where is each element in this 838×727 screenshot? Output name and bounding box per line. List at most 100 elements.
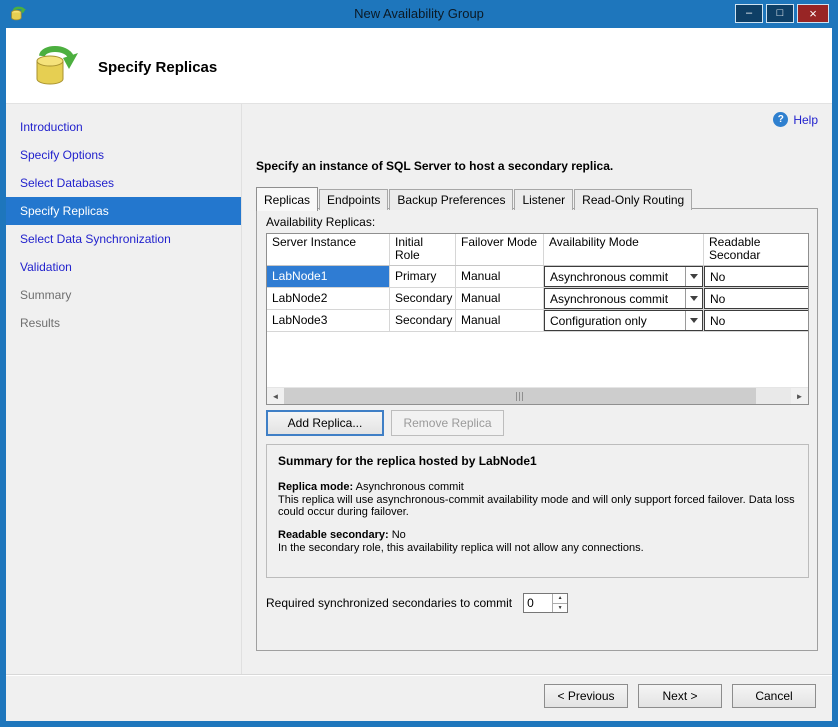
replica-mode-label: Replica mode: [278, 481, 353, 493]
tab-replicas[interactable]: Replicas [256, 187, 318, 211]
table-row[interactable]: LabNode1 Primary Manual Asynchronous com… [267, 266, 808, 288]
required-secondaries-input[interactable] [524, 594, 552, 612]
availability-group-icon [30, 41, 80, 91]
chevron-down-icon[interactable] [685, 267, 702, 286]
close-button[interactable]: × [797, 4, 829, 23]
spinner-up-icon[interactable]: ▲ [553, 594, 567, 603]
tab-read-only-routing[interactable]: Read-Only Routing [574, 189, 692, 210]
scroll-right-icon[interactable]: ► [791, 388, 808, 404]
cancel-button[interactable]: Cancel [732, 684, 816, 708]
availability-replicas-label: Availability Replicas: [266, 215, 375, 229]
cell-readable-secondary: No [704, 266, 808, 287]
required-secondaries-row: Required synchronized secondaries to com… [266, 593, 568, 613]
readable-secondary-dropdown[interactable]: No [704, 266, 808, 287]
window: New Availability Group – □ × Specify Rep… [0, 0, 838, 727]
spinner-down-icon[interactable]: ▼ [553, 603, 567, 613]
chevron-down-icon[interactable] [685, 289, 702, 308]
help-label: Help [793, 113, 818, 127]
availability-mode-dropdown[interactable]: Asynchronous commit [544, 288, 703, 309]
window-controls: – □ × [735, 4, 829, 23]
availability-mode-dropdown[interactable]: Asynchronous commit [544, 266, 703, 287]
replica-mode-line: Replica mode: Asynchronous commit [278, 481, 797, 493]
cell-server-instance[interactable]: LabNode1 [267, 266, 390, 287]
replicas-tab-panel: Availability Replicas: Server Instance I… [256, 208, 818, 651]
col-readable-secondary: Readable Secondar [704, 234, 808, 265]
previous-button[interactable]: < Previous [544, 684, 628, 708]
step-results: Results [6, 309, 241, 337]
availability-mode-value: Asynchronous commit [550, 270, 668, 284]
col-failover-mode: Failover Mode [456, 234, 544, 265]
readable-secondary-dropdown[interactable]: No [704, 288, 808, 309]
titlebar: New Availability Group – □ × [0, 0, 838, 28]
window-title: New Availability Group [0, 6, 838, 21]
dialog-body: Specify Replicas Introduction Specify Op… [6, 28, 832, 721]
cell-availability-mode: Asynchronous commit [544, 266, 704, 287]
cell-initial-role: Primary [390, 266, 456, 287]
table-row[interactable]: LabNode2 Secondary Manual Asynchronous c… [267, 288, 808, 310]
maximize-button[interactable]: □ [766, 4, 794, 23]
wizard-steps: Introduction Specify Options Select Data… [6, 104, 241, 674]
minimize-button[interactable]: – [735, 4, 763, 23]
help-link[interactable]: ? Help [773, 112, 818, 127]
availability-mode-dropdown[interactable]: Configuration only [544, 310, 703, 331]
scroll-left-icon[interactable]: ◄ [267, 388, 284, 404]
help-icon: ? [773, 112, 788, 127]
col-availability-mode: Availability Mode [544, 234, 704, 265]
step-introduction[interactable]: Introduction [6, 113, 241, 141]
cell-server-instance[interactable]: LabNode3 [267, 310, 390, 331]
cell-availability-mode: Asynchronous commit [544, 288, 704, 309]
tab-strip: Replicas Endpoints Backup Preferences Li… [256, 187, 693, 210]
cell-readable-secondary: No [704, 310, 808, 331]
step-specify-replicas[interactable]: Specify Replicas [6, 197, 241, 225]
cell-server-instance[interactable]: LabNode2 [267, 288, 390, 309]
grid-header-row: Server Instance Initial Role Failover Mo… [267, 234, 808, 266]
remove-replica-button: Remove Replica [391, 410, 504, 436]
cell-readable-secondary: No [704, 288, 808, 309]
step-summary: Summary [6, 281, 241, 309]
col-server-instance: Server Instance [267, 234, 390, 265]
table-row[interactable]: LabNode3 Secondary Manual Configuration … [267, 310, 808, 332]
step-validation[interactable]: Validation [6, 253, 241, 281]
cell-initial-role: Secondary [390, 288, 456, 309]
horizontal-scrollbar[interactable]: ◄ ► [267, 387, 808, 404]
tab-backup-preferences[interactable]: Backup Preferences [389, 189, 513, 210]
add-replica-button[interactable]: Add Replica... [266, 410, 384, 436]
main-panel: ? Help Specify an instance of SQL Server… [241, 104, 832, 674]
step-select-databases[interactable]: Select Databases [6, 169, 241, 197]
cell-initial-role: Secondary [390, 310, 456, 331]
readable-secondary-value: No [710, 292, 725, 306]
content-area: Introduction Specify Options Select Data… [6, 104, 832, 675]
availability-mode-value: Asynchronous commit [550, 292, 668, 306]
availability-mode-value: Configuration only [550, 314, 647, 328]
wizard-header: Specify Replicas [6, 28, 832, 104]
cell-failover-mode: Manual [456, 288, 544, 309]
scrollbar-grip-icon [516, 392, 524, 401]
readable-secondary-value: No [710, 314, 725, 328]
replica-mode-value: Asynchronous commit [356, 481, 464, 493]
instruction-text: Specify an instance of SQL Server to hos… [256, 159, 613, 173]
step-select-data-synchronization[interactable]: Select Data Synchronization [6, 225, 241, 253]
spinner-buttons: ▲ ▼ [552, 594, 567, 612]
readable-secondary-line: Readable secondary: No [278, 529, 797, 541]
step-specify-options[interactable]: Specify Options [6, 141, 241, 169]
footer: < Previous Next > Cancel [6, 675, 832, 721]
scrollbar-track[interactable] [284, 388, 791, 404]
readable-secondary-description: In the secondary role, this availability… [278, 542, 797, 554]
tab-listener[interactable]: Listener [514, 189, 573, 210]
readable-secondary-value: No [710, 270, 725, 284]
readable-secondary-dropdown[interactable]: No [704, 310, 808, 331]
scrollbar-thumb[interactable] [284, 388, 756, 404]
chevron-down-icon[interactable] [685, 311, 702, 330]
required-secondaries-spinner[interactable]: ▲ ▼ [523, 593, 568, 613]
page-title: Specify Replicas [98, 59, 217, 76]
readable-secondary-label: Readable secondary: [278, 529, 389, 541]
replicas-grid: Server Instance Initial Role Failover Mo… [266, 233, 809, 405]
replica-summary-box: Summary for the replica hosted by LabNod… [266, 444, 809, 578]
readable-secondary-value: No [392, 529, 406, 541]
col-initial-role: Initial Role [390, 234, 456, 265]
tab-endpoints[interactable]: Endpoints [319, 189, 388, 210]
cell-failover-mode: Manual [456, 266, 544, 287]
cell-availability-mode: Configuration only [544, 310, 704, 331]
next-button[interactable]: Next > [638, 684, 722, 708]
replica-mode-description: This replica will use asynchronous-commi… [278, 494, 797, 518]
